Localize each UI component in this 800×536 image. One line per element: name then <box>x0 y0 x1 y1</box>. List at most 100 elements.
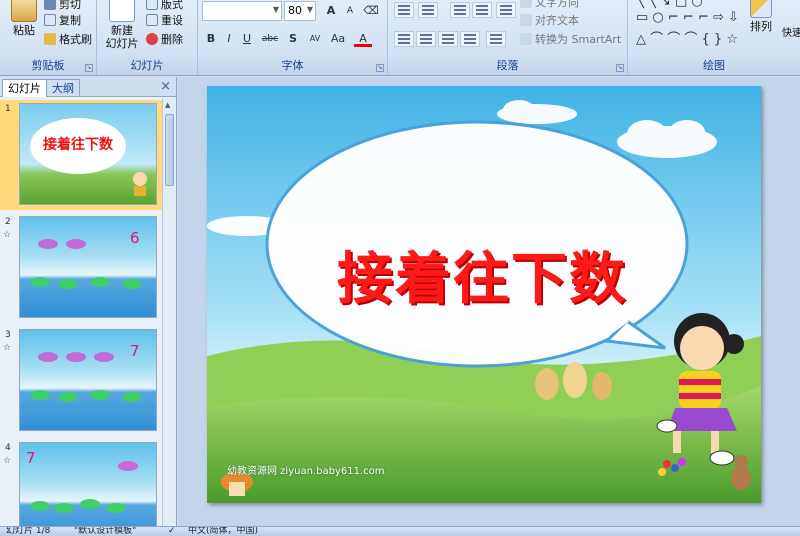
paragraph-group: 文字方向 对齐文本 转换为 SmartArt 段落 ↘ <box>388 0 628 75</box>
thumbnail-preview: 接着往下数 <box>19 103 157 205</box>
columns-button[interactable] <box>486 31 506 47</box>
align-left-button[interactable] <box>394 31 414 47</box>
fish-icon <box>90 390 110 400</box>
quick-styles-button[interactable]: 快速 <box>782 24 800 39</box>
thumbnail-slide-3[interactable]: 3 ☆ 7 <box>0 326 163 436</box>
copy-icon <box>44 14 56 26</box>
clipboard-launcher-icon[interactable]: ↘ <box>85 64 93 72</box>
shrink-font-label: A <box>346 6 354 16</box>
thumbnail-number: 2 <box>5 217 11 227</box>
theme-name: "默认设计模板" <box>74 526 137 536</box>
new-slide-button[interactable]: 新建 幻灯片 <box>103 0 141 50</box>
bullets-button[interactable] <box>394 2 414 18</box>
thumbnail-slide-4[interactable]: 4 ☆ 7 <box>0 439 163 526</box>
paste-button[interactable]: 粘贴 <box>6 0 42 37</box>
line-spacing-button[interactable] <box>496 2 516 18</box>
paragraph-group-label: 段落 <box>496 59 519 72</box>
cut-button[interactable]: 剪切 <box>44 0 81 12</box>
paste-label: 粘贴 <box>13 24 35 37</box>
text-direction-label: 文字方向 <box>535 0 579 9</box>
slide-counter: 幻灯片 1/8 <box>6 526 51 536</box>
animation-star-icon: ☆ <box>3 230 12 240</box>
paragraph-launcher-icon[interactable]: ↘ <box>616 64 624 72</box>
thumbnail-number: 4 <box>5 443 11 453</box>
clear-format-button[interactable]: ⌫ <box>362 2 380 20</box>
align-text-label: 对齐文本 <box>535 14 579 27</box>
bird-icon <box>94 352 114 362</box>
decrease-indent-button[interactable] <box>450 2 470 18</box>
paste-icon <box>11 0 37 22</box>
tab-slides-label: 幻灯片 <box>8 82 41 95</box>
align-text-button[interactable]: 对齐文本 <box>520 12 579 28</box>
thumbnail-count: 6 <box>130 229 140 247</box>
thumbnail-preview: 7 <box>19 329 157 431</box>
eraser-icon: ⌫ <box>363 4 379 17</box>
arrange-icon <box>750 0 772 18</box>
fish-icon <box>54 503 74 513</box>
align-center-button[interactable] <box>416 31 436 47</box>
new-slide-label: 新建 幻灯片 <box>105 24 139 50</box>
fish-icon <box>30 501 50 511</box>
font-color-button[interactable]: A <box>354 30 372 47</box>
spellcheck-icon[interactable]: ✓ <box>168 527 176 536</box>
language-indicator[interactable]: 中文(简体，中国) <box>188 527 258 536</box>
scrollbar-thumb[interactable] <box>165 114 174 186</box>
text-direction-button[interactable]: 文字方向 <box>520 0 579 10</box>
current-slide[interactable]: 接着往下数 幼教资源网 ziyuan.baby611.com <box>207 86 761 503</box>
delete-slide-button[interactable]: 删除 <box>146 31 183 47</box>
grow-font-button[interactable]: A <box>322 2 340 20</box>
change-case-button[interactable]: Aa <box>329 30 347 48</box>
close-icon[interactable]: × <box>160 79 171 94</box>
layout-label: 版式 <box>161 0 183 11</box>
font-launcher-icon[interactable]: ↘ <box>376 64 384 72</box>
reset-button[interactable]: 重设 <box>146 12 183 28</box>
thumbnail-slide-2[interactable]: 2 ☆ 6 <box>0 213 163 323</box>
pane-tabs: 幻灯片 大纲 × <box>0 77 176 97</box>
clipboard-group: 粘贴 剪切 复制 格式刷 剪贴板 ↘ <box>0 0 97 75</box>
scroll-up-icon[interactable]: ▲ <box>165 101 170 109</box>
shadow-button[interactable]: S <box>284 30 302 48</box>
convert-smartart-button[interactable]: 转换为 SmartArt <box>520 31 621 47</box>
underline-button[interactable]: U <box>238 30 256 48</box>
font-group-label: 字体 <box>281 59 304 72</box>
change-case-label: Aa <box>330 32 346 45</box>
chevron-down-icon: ▼ <box>272 5 279 14</box>
delete-icon <box>146 33 158 45</box>
shapes-gallery-row3[interactable]: △ ⌒ ⌒ ⌒ { } ☆ <box>636 28 738 47</box>
align-right-button[interactable] <box>438 31 458 47</box>
arrange-label: 排列 <box>750 20 772 33</box>
shrink-font-button[interactable]: A <box>341 2 359 20</box>
animation-star-icon: ☆ <box>3 343 12 353</box>
italic-button[interactable]: I <box>220 30 238 48</box>
shapes-gallery[interactable]: ╲ ╲ ↘ □ ○ <box>636 0 703 9</box>
char-spacing-button[interactable]: AV <box>304 30 326 48</box>
fish-icon <box>30 390 50 400</box>
bird-icon <box>66 239 86 249</box>
justify-button[interactable] <box>460 31 480 47</box>
numbering-button[interactable] <box>418 2 438 18</box>
font-name-combo[interactable]: ▼ <box>202 1 282 21</box>
shapes-gallery-row2[interactable]: ▭ ○ ⌐ ⌐ ⌐ ⇨ ⇩ <box>636 10 739 25</box>
arrange-button[interactable]: 排列 <box>748 0 774 33</box>
tab-slides[interactable]: 幻灯片 <box>2 79 47 97</box>
bird-icon <box>118 461 138 471</box>
bold-button[interactable]: B <box>202 30 220 48</box>
strikethrough-button[interactable]: abc <box>258 30 282 48</box>
bird-icon <box>66 352 86 362</box>
layout-button[interactable]: 版式 <box>146 0 183 12</box>
thumbnail-scrollbar[interactable]: ▲ <box>162 98 176 526</box>
format-painter-button[interactable]: 格式刷 <box>44 31 92 47</box>
increase-indent-button[interactable] <box>472 2 492 18</box>
thumbnail-number: 3 <box>5 330 11 340</box>
thumbnail-title: 接着往下数 <box>43 137 113 153</box>
align-text-icon <box>520 14 532 26</box>
shadow-label: S <box>289 32 297 45</box>
copy-button[interactable]: 复制 <box>44 12 81 28</box>
thumbnail-list: 1 接着往下数 2 ☆ 6 3 ☆ 7 4 ☆ 7 <box>0 98 163 526</box>
drawing-group: ╲ ╲ ↘ □ ○ ▭ ○ ⌐ ⌐ ⌐ ⇨ ⇩ △ ⌒ ⌒ ⌒ { } ☆ 排列… <box>628 0 800 75</box>
slide-title[interactable]: 接着往下数 <box>207 234 757 315</box>
tab-outline[interactable]: 大纲 <box>46 79 80 97</box>
thumbnail-slide-1[interactable]: 1 接着往下数 <box>0 100 163 210</box>
font-size-combo[interactable]: 80 ▼ <box>284 1 316 21</box>
status-bar: 幻灯片 1/8 "默认设计模板" ✓ 中文(简体，中国) <box>0 526 800 536</box>
